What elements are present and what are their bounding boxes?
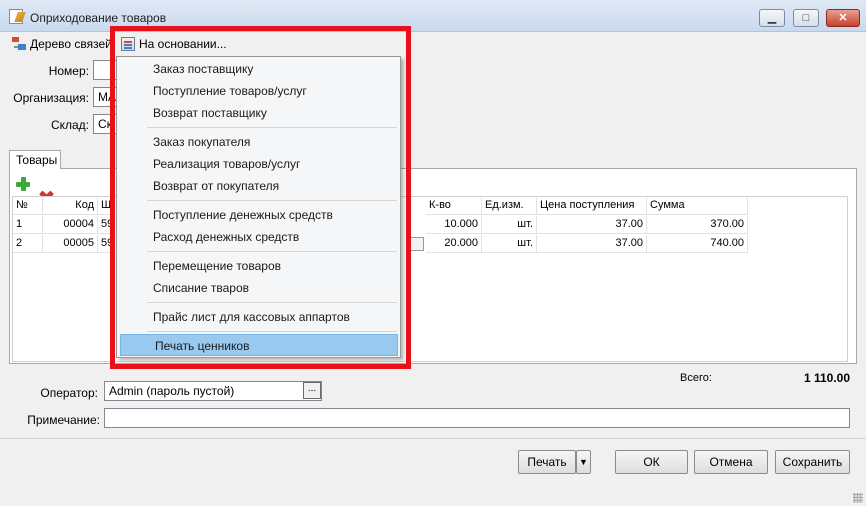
table-cell-sum[interactable]: 370.00 — [647, 216, 748, 234]
print-menu-arrow[interactable]: ▼ — [576, 450, 591, 474]
organization-label: Организация: — [13, 91, 89, 105]
table-cell-price[interactable]: 37.00 — [537, 235, 647, 253]
table-cell-num[interactable]: 2 — [13, 235, 43, 253]
note-field[interactable] — [104, 408, 850, 428]
table-cell-qty[interactable]: 20.000 — [426, 235, 482, 253]
operator-select-button[interactable]: ... — [303, 382, 321, 399]
table-cell-qty[interactable]: 10.000 — [426, 216, 482, 234]
total-label: Всего: — [680, 372, 712, 384]
total-value: 1 110.00 — [803, 371, 850, 385]
ok-button[interactable]: ОК — [615, 450, 688, 474]
table-cell-num[interactable]: 1 — [13, 216, 43, 234]
footer-divider — [0, 438, 866, 439]
column-header-sum[interactable]: Сумма — [647, 197, 748, 215]
column-header-unit[interactable]: Ед.изм. — [482, 197, 537, 215]
tab-goods[interactable]: Товары — [9, 150, 61, 169]
minimize-button[interactable]: ▁ — [759, 9, 785, 27]
relations-tree-button[interactable]: Дерево связей — [12, 36, 112, 52]
table-cell-unit[interactable]: шт. — [482, 216, 537, 234]
resize-grip-icon[interactable] — [853, 493, 863, 503]
highlight-frame — [110, 26, 411, 369]
operator-label: Оператор: — [40, 386, 98, 400]
column-header-code[interactable]: Код — [43, 197, 98, 215]
add-row-icon[interactable] — [16, 177, 30, 191]
document-icon — [9, 9, 23, 24]
note-label: Примечание: — [27, 413, 100, 427]
table-cell-unit[interactable]: шт. — [482, 235, 537, 253]
table-cell-price[interactable]: 37.00 — [537, 216, 647, 234]
column-header-num[interactable]: № — [13, 197, 43, 215]
close-button[interactable]: ✕ — [826, 9, 860, 27]
table-cell-code[interactable]: 00005 — [43, 235, 98, 253]
column-header-qty[interactable]: К-во — [426, 197, 482, 215]
operator-field[interactable]: Admin (пароль пустой) — [104, 381, 322, 401]
cancel-button[interactable]: Отмена — [694, 450, 768, 474]
tree-icon — [12, 37, 26, 51]
warehouse-label: Склад: — [50, 118, 89, 132]
table-cell-sum[interactable]: 740.00 — [647, 235, 748, 253]
print-button[interactable]: Печать — [518, 450, 576, 474]
maximize-button[interactable]: □ — [793, 9, 819, 27]
window-title: Оприходование товаров — [30, 11, 167, 25]
number-label: Номер: — [48, 64, 89, 78]
relations-tree-label: Дерево связей — [30, 37, 112, 51]
column-header-price[interactable]: Цена поступления — [537, 197, 647, 215]
table-cell-code[interactable]: 00004 — [43, 216, 98, 234]
save-button[interactable]: Сохранить — [775, 450, 850, 474]
